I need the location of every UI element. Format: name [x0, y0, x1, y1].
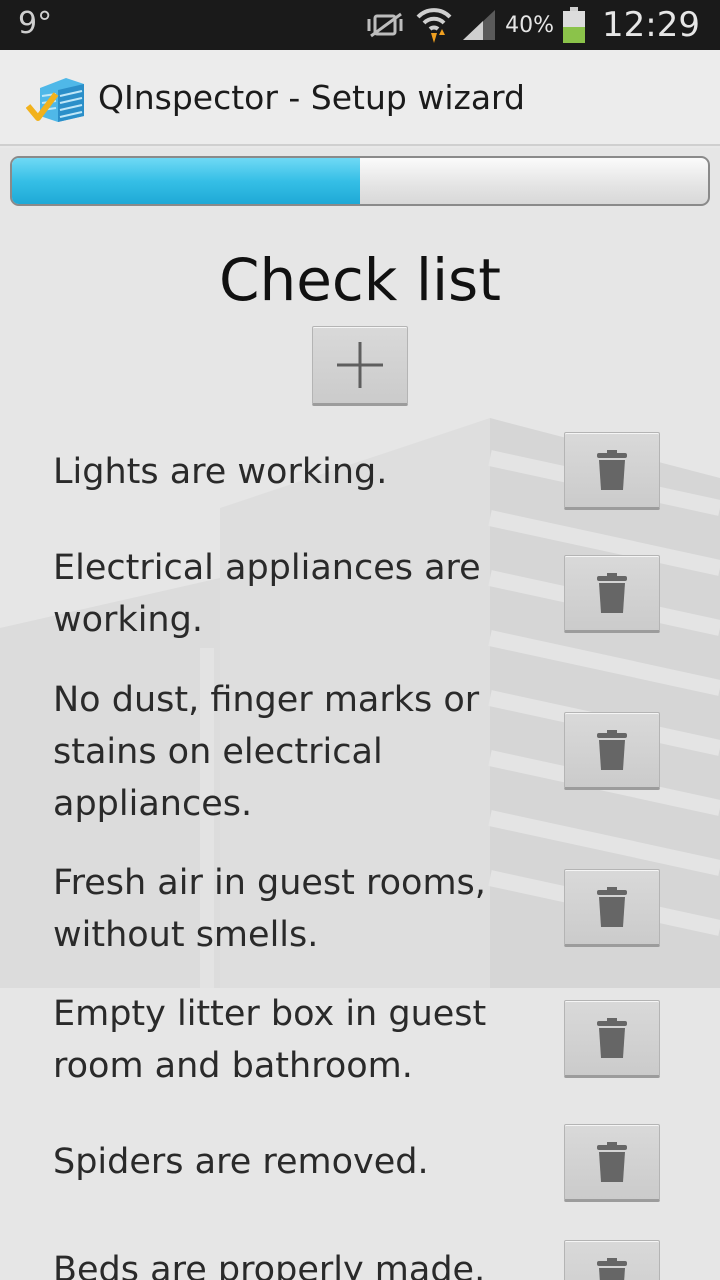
trash-icon	[597, 450, 627, 490]
setup-progress-fill	[12, 158, 360, 204]
signal-icon	[461, 8, 497, 42]
add-item-button[interactable]	[312, 326, 408, 406]
delete-item-button[interactable]	[564, 432, 660, 510]
delete-item-button[interactable]	[564, 712, 660, 790]
wizard-content[interactable]: Check list Lights are working. Electrica…	[0, 148, 720, 1280]
action-bar: QInspector - Setup wizard	[0, 50, 720, 146]
trash-icon	[597, 573, 627, 613]
trash-icon	[597, 1258, 627, 1280]
delete-item-button[interactable]	[564, 1000, 660, 1078]
app-title: QInspector - Setup wizard	[98, 78, 525, 117]
checklist-item-text: Empty litter box in guest room and bathr…	[53, 994, 487, 1086]
checklist-item-text: Electrical appliances are working.	[53, 548, 481, 640]
notification-indicator: 9°	[18, 6, 53, 41]
building-check-icon	[26, 78, 84, 122]
trash-icon	[597, 730, 627, 770]
plus-icon	[337, 342, 383, 388]
clock: 12:29	[602, 5, 700, 45]
checklist-item-text: Beds are properly made.	[53, 1250, 486, 1280]
delete-item-button[interactable]	[564, 1124, 660, 1202]
delete-item-button[interactable]	[564, 869, 660, 947]
checklist-item-text: Lights are working.	[53, 452, 388, 492]
delete-item-button[interactable]	[564, 555, 660, 633]
trash-icon	[597, 1142, 627, 1182]
battery-percent: 40%	[505, 12, 555, 38]
battery-icon	[562, 6, 586, 44]
checklist-item-text: No dust, finger marks or stains on elect…	[53, 680, 480, 824]
checklist-item-text: Spiders are removed.	[53, 1142, 429, 1182]
page-title: Check list	[218, 246, 502, 314]
checklist-item-text: Fresh air in guest rooms, without smells…	[53, 863, 486, 955]
wifi-icon	[415, 5, 453, 45]
setup-progress-bar	[10, 156, 710, 206]
status-icons: 40% 12:29	[365, 0, 700, 50]
trash-icon	[597, 1018, 627, 1058]
status-bar: 9° 40% 12:29	[0, 0, 720, 50]
trash-icon	[597, 887, 627, 927]
mute-vibrate-icon	[365, 10, 407, 40]
delete-item-button[interactable]	[564, 1240, 660, 1280]
